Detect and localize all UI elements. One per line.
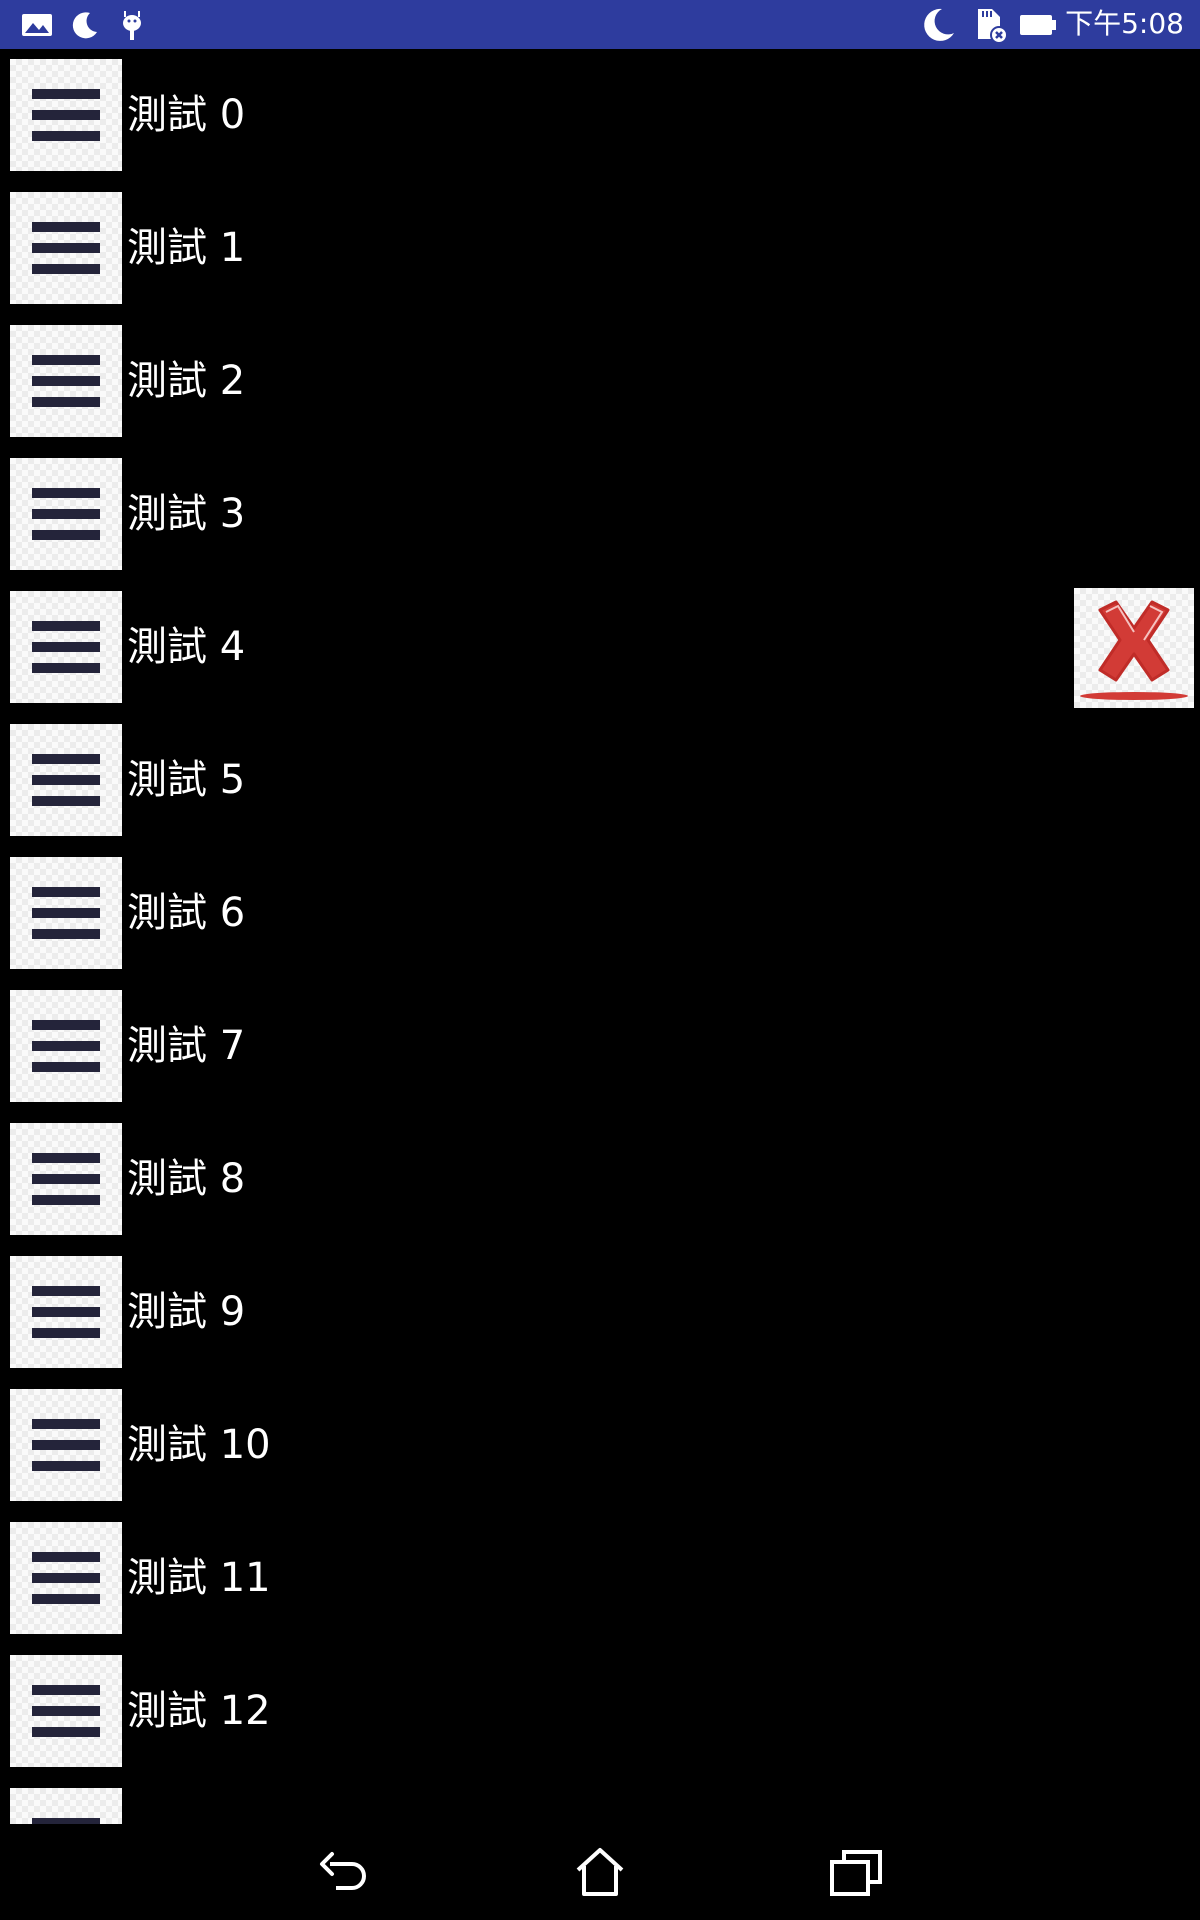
delete-x-icon	[1080, 600, 1188, 700]
android-debug-icon	[115, 8, 149, 42]
list-item[interactable]: 測試 2	[0, 315, 1200, 448]
drag-handle-icon[interactable]	[10, 1256, 122, 1368]
drag-handle-icon[interactable]	[10, 1389, 122, 1501]
drag-handle-icon[interactable]	[10, 1123, 122, 1235]
list-item[interactable]: 測試 3	[0, 448, 1200, 581]
list-item[interactable]: 測試 12	[0, 1645, 1200, 1778]
list-item[interactable]: 測試 10	[0, 1379, 1200, 1512]
list-item[interactable]	[0, 1778, 1200, 1824]
list-item-label: 測試 7	[127, 1023, 246, 1069]
list-item-label: 測試 0	[127, 92, 246, 138]
list-item-label: 測試 5	[127, 757, 246, 803]
drag-handle-icon[interactable]	[10, 990, 122, 1102]
navigation-bar	[0, 1824, 1200, 1920]
status-time: 下午5:08	[1065, 7, 1184, 40]
drag-handle-icon[interactable]	[10, 192, 122, 304]
drag-handle-icon[interactable]	[10, 857, 122, 969]
do-not-disturb-moon-icon	[918, 5, 958, 45]
list-item-label: 測試 10	[127, 1422, 271, 1468]
drag-handle-icon[interactable]	[10, 59, 122, 171]
drag-handle-icon[interactable]	[10, 1522, 122, 1634]
test-list[interactable]: 測試 0 測試 1 測試 2 測試 3 測試 4 測試 5 測試 6 測試 7	[0, 49, 1200, 1824]
battery-icon	[1018, 5, 1058, 45]
delete-button[interactable]	[1074, 588, 1194, 708]
sd-card-error-icon	[970, 5, 1010, 45]
home-icon	[576, 1848, 624, 1896]
list-item-label: 測試 2	[127, 358, 246, 404]
list-item-label: 測試 12	[127, 1688, 271, 1734]
app-screen: 下午5:08 測試 0 測試 1 測試 2 測試 3 測試 4 測試 5 測試 …	[0, 0, 1200, 1920]
list-item[interactable]: 測試 6	[0, 847, 1200, 980]
list-item-label: 測試 11	[127, 1555, 271, 1601]
list-item[interactable]: 測試 0	[0, 49, 1200, 182]
list-item[interactable]: 測試 4	[0, 581, 1200, 714]
drag-handle-icon[interactable]	[10, 591, 122, 703]
drag-handle-icon[interactable]	[10, 1788, 122, 1824]
list-item-label: 測試 1	[127, 225, 246, 271]
recents-button[interactable]	[826, 1842, 886, 1902]
list-item[interactable]: 測試 11	[0, 1512, 1200, 1645]
back-icon	[320, 1852, 366, 1890]
list-item[interactable]: 測試 9	[0, 1246, 1200, 1379]
list-item[interactable]: 測試 7	[0, 980, 1200, 1113]
list-item-label: 測試 8	[127, 1156, 246, 1202]
back-button[interactable]	[314, 1842, 374, 1902]
recents-icon	[830, 1850, 882, 1896]
list-item-label: 測試 6	[127, 890, 246, 936]
status-bar: 下午5:08	[0, 0, 1200, 49]
list-item-label: 測試 4	[127, 624, 246, 670]
drag-handle-icon[interactable]	[10, 458, 122, 570]
list-item[interactable]: 測試 1	[0, 182, 1200, 315]
drag-handle-icon[interactable]	[10, 325, 122, 437]
drag-handle-icon[interactable]	[10, 724, 122, 836]
list-item[interactable]: 測試 8	[0, 1113, 1200, 1246]
moon-icon	[68, 8, 102, 42]
list-item[interactable]: 測試 5	[0, 714, 1200, 847]
drag-handle-icon[interactable]	[10, 1655, 122, 1767]
home-button[interactable]	[570, 1842, 630, 1902]
list-item-label: 測試 3	[127, 491, 246, 537]
gallery-icon	[20, 8, 54, 42]
list-item-label: 測試 9	[127, 1289, 246, 1335]
